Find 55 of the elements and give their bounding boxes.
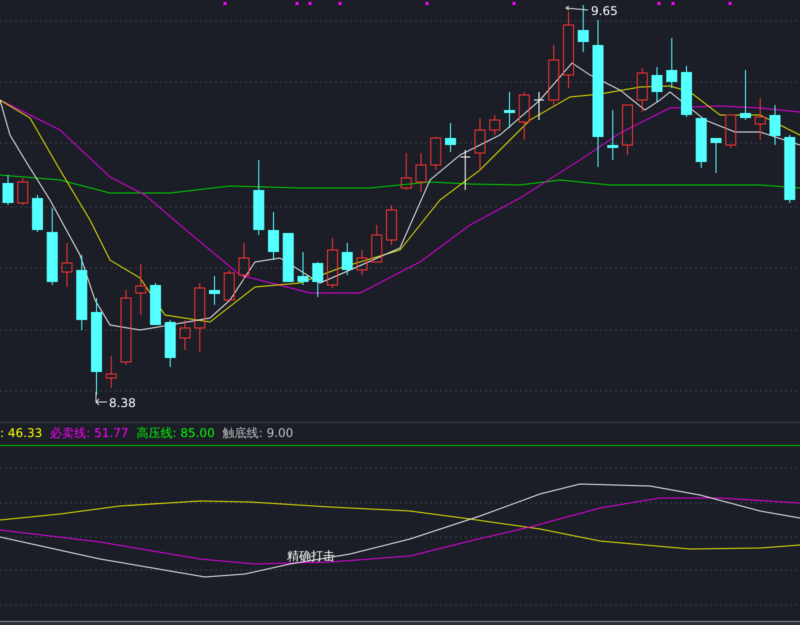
legend-item: : 46.33 <box>0 426 42 440</box>
candlestick <box>17 178 28 206</box>
candlestick <box>312 262 324 298</box>
legend-item: 必卖线: 51.77 <box>50 424 128 442</box>
candlestick <box>298 252 308 286</box>
candlestick <box>342 242 353 276</box>
candlestick <box>32 194 43 232</box>
candlestick <box>386 204 397 246</box>
candlestick <box>636 68 648 112</box>
candlestick <box>430 136 442 170</box>
candlestick <box>106 356 117 388</box>
candlestick <box>224 270 235 300</box>
low-arrow-icon <box>95 392 108 406</box>
candlestick <box>150 282 161 326</box>
candlestick <box>238 242 250 280</box>
candlestick <box>445 122 456 152</box>
candlestick <box>327 238 338 288</box>
candlestick <box>62 242 72 288</box>
legend-item: 高压线: 85.00 <box>136 424 215 442</box>
candlestick <box>725 114 736 148</box>
candlestick <box>710 138 722 174</box>
candlestick <box>135 264 146 316</box>
candlestick <box>770 104 780 146</box>
candlestick <box>371 224 382 262</box>
candlestick <box>681 66 692 118</box>
candlestick <box>164 320 176 368</box>
legend-item: 触底线: 9.00 <box>222 424 294 442</box>
candlestick <box>209 276 220 306</box>
candlestick <box>416 152 426 192</box>
candlestick <box>180 320 190 350</box>
candlestick <box>400 152 412 190</box>
candlestick <box>754 98 766 140</box>
doji-candlestick <box>460 150 471 190</box>
candlestick <box>607 110 618 160</box>
candlestick <box>518 92 530 140</box>
candlestick <box>282 232 294 282</box>
candlestick <box>652 66 662 102</box>
candlestick <box>696 118 707 168</box>
candlestick <box>2 174 14 206</box>
high-price-label: 9.65 <box>591 4 618 18</box>
candlestick <box>578 4 589 52</box>
candlestick <box>489 114 500 136</box>
candlestick <box>666 38 678 88</box>
candlestick <box>356 250 368 276</box>
candlestick <box>740 70 751 120</box>
high-arrow-icon <box>565 6 588 10</box>
candlestick <box>504 92 515 128</box>
candlestick <box>474 118 486 170</box>
doji-candlestick <box>534 92 544 120</box>
low-price-label: 8.38 <box>109 396 136 410</box>
candlestick <box>622 104 633 156</box>
candlestick <box>784 134 796 204</box>
candlestick <box>548 44 560 106</box>
candlestick <box>194 282 206 352</box>
candlestick <box>268 212 279 260</box>
